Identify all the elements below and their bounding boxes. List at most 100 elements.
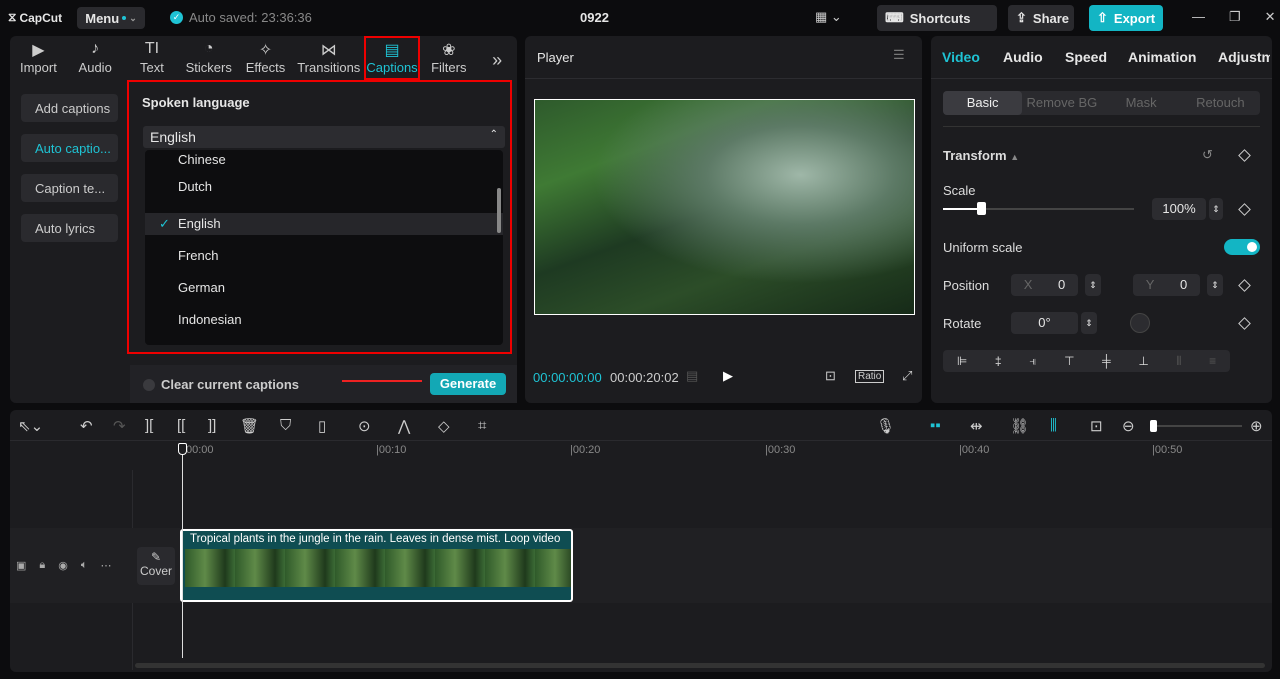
tab-audio-props[interactable]: Audio (1003, 49, 1043, 65)
cover-button[interactable]: ✎ Cover (137, 547, 175, 585)
align-right-icon[interactable]: ⫣ (1029, 354, 1036, 369)
sidebar-item-auto-captions[interactable]: Auto captio... (21, 134, 118, 162)
freeze-icon[interactable]: ▯ (318, 417, 326, 435)
tab-effects[interactable]: ✧ Effects (237, 36, 294, 80)
scale-stepper[interactable]: ⇕ (1209, 198, 1223, 220)
zoom-out-icon[interactable]: ⊖ (1122, 417, 1135, 435)
zoom-in-icon[interactable]: ⊕ (1250, 417, 1263, 435)
eye-icon[interactable]: ◉ (58, 559, 68, 572)
tab-transitions[interactable]: ⋈ Transitions (294, 36, 364, 80)
zoom-fit-icon[interactable]: ⊡ (825, 368, 836, 384)
tab-animation[interactable]: Animation (1128, 49, 1196, 65)
option-french[interactable]: French (145, 245, 503, 277)
ratio-button[interactable]: Ratio (855, 370, 885, 383)
tab-audio[interactable]: ♪ Audio (67, 36, 124, 80)
layout-icon[interactable]: ▦ ⌄ (815, 9, 842, 25)
timeline-grid-icon[interactable]: ▤ (686, 368, 698, 384)
marker-icon[interactable]: ⛉ (280, 417, 291, 434)
dropdown-scrollbar[interactable] (497, 188, 501, 233)
subtab-retouch[interactable]: Retouch (1181, 91, 1260, 115)
tab-speed[interactable]: Speed (1065, 49, 1107, 65)
align-center-h-icon[interactable]: ‡ (995, 354, 1002, 368)
playhead-handle[interactable] (178, 443, 187, 455)
video-preview[interactable] (534, 99, 915, 315)
rotate-dial[interactable] (1130, 313, 1150, 333)
y-stepper[interactable]: ⇕ (1207, 274, 1223, 296)
scale-slider[interactable] (943, 202, 1134, 215)
timeline-zoom-slider[interactable] (1150, 420, 1242, 432)
option-dutch[interactable]: Dutch (145, 176, 503, 208)
language-select[interactable]: English ⌃ (143, 126, 505, 148)
redo-icon[interactable]: ↷ (113, 417, 126, 435)
split-left-icon[interactable]: [[ (177, 417, 185, 434)
position-x-input[interactable]: X0 (1011, 274, 1078, 296)
maximize-icon[interactable]: ❐ (1229, 9, 1241, 25)
distribute-v-icon[interactable]: ≡ (1209, 354, 1216, 368)
position-y-input[interactable]: Y0 (1133, 274, 1200, 296)
tab-text[interactable]: TI Text (124, 36, 181, 80)
split-icon[interactable]: ][ (145, 417, 153, 434)
subtab-mask[interactable]: Mask (1102, 91, 1181, 115)
align-left-icon[interactable]: ⊫ (957, 354, 967, 368)
tab-stickers[interactable]: ◔ Stickers (180, 36, 237, 80)
more-tabs-icon[interactable]: » (477, 36, 517, 80)
menu-button[interactable]: Menu ⌄ (77, 7, 145, 29)
link-icon[interactable]: ⛓ (1010, 417, 1029, 435)
tab-captions[interactable]: ▤ Captions (363, 36, 421, 80)
mirror-icon[interactable]: ⋀ (398, 417, 410, 435)
export-button[interactable]: ⇧ Export (1089, 5, 1163, 31)
subtab-remove-bg[interactable]: Remove BG (1022, 91, 1101, 115)
subtab-basic[interactable]: Basic (943, 91, 1023, 115)
option-english[interactable]: English (145, 213, 503, 235)
video-clip[interactable]: Tropical plants in the jungle in the rai… (180, 529, 573, 602)
auto-snap-icon[interactable]: ⇹ (970, 417, 983, 435)
shortcuts-button[interactable]: ⌨ Shortcuts (877, 5, 997, 31)
sidebar-item-add-captions[interactable]: Add captions (21, 94, 118, 122)
reset-icon[interactable]: ↺ (1202, 147, 1213, 163)
scale-slider-handle[interactable] (977, 202, 987, 215)
tab-video[interactable]: Video (942, 49, 980, 65)
hamburger-icon[interactable]: ☰ (893, 47, 905, 63)
microphone-icon[interactable]: 🎙 (876, 417, 895, 435)
option-chinese[interactable]: Chinese (145, 150, 503, 176)
distribute-h-icon[interactable]: ⫴ (1176, 354, 1181, 369)
tab-adjustment[interactable]: Adjustme (1218, 49, 1270, 65)
crop-icon[interactable]: ⌗ (478, 417, 486, 434)
select-tool-icon[interactable]: ⇖⌄ (18, 417, 43, 435)
minimize-icon[interactable]: — (1192, 9, 1205, 25)
align-top-icon[interactable]: ⊤ (1064, 354, 1074, 368)
timeline-scrollbar[interactable] (135, 663, 1265, 668)
zoom-slider-handle[interactable] (1150, 420, 1157, 432)
rotate-icon[interactable]: ◇ (438, 417, 450, 435)
uniform-scale-toggle[interactable] (1224, 239, 1260, 255)
align-center-v-icon[interactable]: ╪ (1102, 354, 1111, 368)
option-indonesian[interactable]: Indonesian (145, 309, 503, 341)
lock-icon[interactable]: 🔒︎ (39, 559, 45, 572)
play-icon[interactable]: ▶ (723, 368, 733, 384)
generate-button[interactable]: Generate (430, 373, 506, 395)
reverse-icon[interactable]: ⊙ (358, 417, 371, 435)
collapse-icon[interactable]: ▲ (1010, 152, 1019, 162)
main-track-magnet-icon[interactable]: ▪▪ (930, 417, 941, 434)
clear-captions-checkbox[interactable]: Clear current captions (143, 377, 299, 392)
tab-import[interactable]: ▶ Import (10, 36, 67, 80)
playhead[interactable] (182, 448, 183, 658)
preview-axis-icon[interactable]: ⫼ (1050, 417, 1057, 434)
rotate-stepper[interactable]: ⇕ (1081, 312, 1097, 334)
rotate-input[interactable]: 0° (1011, 312, 1078, 334)
align-bottom-icon[interactable]: ⊥ (1138, 354, 1148, 368)
sidebar-item-auto-lyrics[interactable]: Auto lyrics (21, 214, 118, 242)
delete-icon[interactable]: 🗑 (240, 417, 259, 435)
fullscreen-icon[interactable]: ⤢ (902, 368, 912, 384)
scale-input[interactable]: 100% (1152, 198, 1206, 220)
share-button[interactable]: ⇪ Share (1008, 5, 1074, 31)
split-right-icon[interactable]: ]] (208, 417, 216, 434)
tab-filters[interactable]: ❀ Filters (420, 36, 477, 80)
close-icon[interactable]: ✕ (1265, 9, 1276, 25)
undo-icon[interactable]: ↶ (80, 417, 93, 435)
zoom-timeline-icon[interactable]: ⊡ (1090, 417, 1103, 435)
option-german[interactable]: German (145, 277, 503, 309)
sidebar-item-caption-template[interactable]: Caption te... (21, 174, 118, 202)
speaker-icon[interactable]: 🔈︎ (81, 559, 88, 572)
more-icon[interactable]: ⋯ (100, 559, 111, 572)
